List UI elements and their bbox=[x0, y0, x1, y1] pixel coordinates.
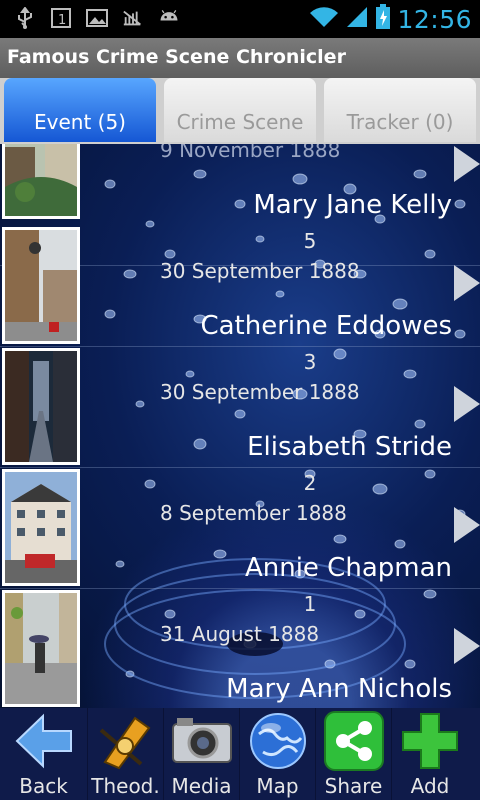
usb-icon bbox=[14, 7, 36, 29]
signal-icon bbox=[345, 5, 369, 33]
event-name: Catherine Eddowes bbox=[200, 311, 452, 341]
camera-icon bbox=[169, 710, 235, 776]
back-label: Back bbox=[19, 774, 68, 798]
image-icon bbox=[86, 7, 108, 29]
bottom-toolbar: Back Theod. Media Map Share Add bbox=[0, 708, 480, 800]
battery-icon bbox=[375, 4, 391, 34]
svg-text:1: 1 bbox=[58, 13, 66, 28]
no-signal-icon bbox=[122, 7, 144, 29]
sim-icon: 1 bbox=[50, 7, 72, 29]
chevron-right-icon bbox=[454, 265, 480, 301]
list-item[interactable]: 5 30 September 1888 Catherine Eddowes bbox=[0, 225, 480, 347]
globe-icon bbox=[247, 710, 309, 776]
chevron-right-icon bbox=[454, 386, 480, 422]
share-label: Share bbox=[324, 774, 383, 798]
event-thumbnail bbox=[2, 144, 80, 219]
theodolite-button[interactable]: Theod. bbox=[88, 708, 164, 800]
event-number: 5 bbox=[303, 229, 317, 253]
event-name: Annie Chapman bbox=[244, 553, 452, 583]
theodolite-icon bbox=[95, 710, 157, 776]
event-name: Elisabeth Stride bbox=[247, 432, 452, 462]
theodolite-label: Theod. bbox=[91, 774, 160, 798]
event-list[interactable]: 9 November 1888 Mary Jane Kelly 5 30 Sep… bbox=[0, 144, 480, 708]
event-thumbnail bbox=[2, 348, 80, 465]
tab-tracker[interactable]: Tracker (0) bbox=[324, 78, 476, 142]
list-item[interactable]: 1 31 August 1888 Mary Ann Nichols bbox=[0, 588, 480, 708]
event-thumbnail bbox=[2, 227, 80, 344]
tab-crime-scene[interactable]: Crime Scene bbox=[164, 78, 316, 142]
media-label: Media bbox=[171, 774, 232, 798]
map-button[interactable]: Map bbox=[240, 708, 316, 800]
chevron-right-icon bbox=[454, 146, 480, 182]
chevron-right-icon bbox=[454, 507, 480, 543]
android-icon bbox=[158, 7, 180, 29]
event-number: 1 bbox=[303, 592, 317, 616]
event-date: 30 September 1888 bbox=[160, 259, 360, 283]
status-bar: 1 12:56 bbox=[0, 0, 480, 38]
tab-bar: Event (5) Crime Scene Tracker (0) bbox=[0, 78, 480, 144]
list-item[interactable]: 2 8 September 1888 Annie Chapman bbox=[0, 467, 480, 589]
event-thumbnail bbox=[2, 469, 80, 586]
media-button[interactable]: Media bbox=[164, 708, 240, 800]
clock: 12:56 bbox=[397, 4, 472, 34]
back-arrow-icon bbox=[13, 710, 75, 776]
event-thumbnail bbox=[2, 590, 80, 707]
event-name: Mary Ann Nichols bbox=[226, 674, 452, 704]
map-label: Map bbox=[256, 774, 299, 798]
event-date: 9 November 1888 bbox=[160, 144, 341, 162]
chevron-right-icon bbox=[454, 628, 480, 664]
event-number: 2 bbox=[303, 471, 317, 495]
back-button[interactable]: Back bbox=[0, 708, 88, 800]
event-date: 8 September 1888 bbox=[160, 501, 347, 525]
add-button[interactable]: Add bbox=[392, 708, 468, 800]
event-name: Mary Jane Kelly bbox=[253, 190, 452, 220]
share-icon bbox=[323, 710, 385, 776]
wifi-icon bbox=[309, 5, 339, 33]
title-bar: Famous Crime Scene Chronicler bbox=[0, 38, 480, 78]
add-label: Add bbox=[410, 774, 450, 798]
plus-icon bbox=[399, 710, 461, 776]
event-date: 31 August 1888 bbox=[160, 622, 320, 646]
app-title: Famous Crime Scene Chronicler bbox=[7, 46, 346, 68]
event-number: 3 bbox=[303, 350, 317, 374]
share-button[interactable]: Share bbox=[316, 708, 392, 800]
tab-event[interactable]: Event (5) bbox=[4, 78, 156, 142]
event-date: 30 September 1888 bbox=[160, 380, 360, 404]
list-item[interactable]: 3 30 September 1888 Elisabeth Stride bbox=[0, 346, 480, 468]
